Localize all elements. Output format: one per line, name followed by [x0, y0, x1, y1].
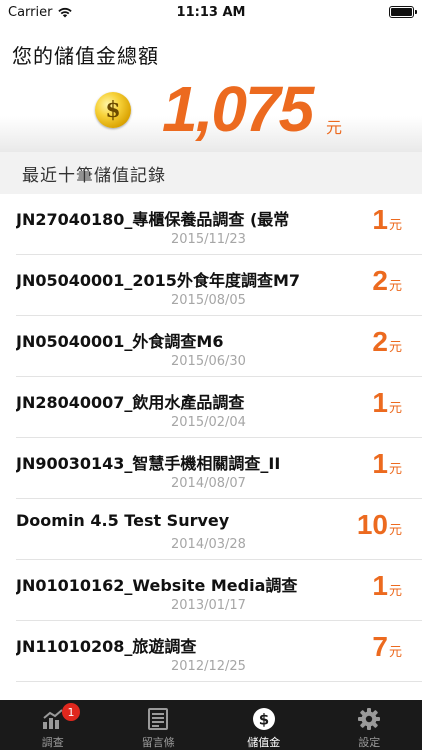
record-date: 2015/06/30	[171, 354, 246, 369]
record-title: Doomin 4.5 Test Survey	[16, 511, 230, 530]
tab-bar: 1 調查 留言條 $ 儲值金 設定	[0, 700, 422, 750]
coin-icon: $	[95, 92, 131, 128]
record-title: JN05040001_2015外食年度調查M7	[16, 271, 300, 290]
tab-stored-value[interactable]: $ 儲值金	[211, 700, 317, 750]
gear-icon	[358, 708, 381, 730]
record-list[interactable]: JN27040180_專櫃保養品調查 (最常 2015/11/23 1元 JN0…	[0, 194, 422, 700]
wifi-icon	[58, 7, 73, 18]
record-date: 2012/12/25	[171, 659, 246, 674]
record-row[interactable]: JN11010208_旅遊調查 2012/12/25 7元	[16, 621, 422, 682]
record-title: JN01010162_Website Media調查	[16, 576, 298, 595]
tab-settings[interactable]: 設定	[317, 700, 422, 750]
record-amount-value: 1	[372, 448, 388, 479]
record-amount: 1元	[372, 387, 402, 419]
note-icon	[148, 708, 169, 730]
record-amount-unit: 元	[388, 340, 402, 355]
record-amount-unit: 元	[388, 645, 402, 660]
record-date: 2015/02/04	[171, 415, 246, 430]
balance-unit: 元	[326, 118, 343, 137]
record-title: JN11010208_旅遊調查	[16, 637, 197, 656]
record-amount-value: 10	[356, 509, 388, 540]
record-amount: 1元	[372, 204, 402, 236]
record-date: 2013/01/17	[171, 598, 246, 613]
record-row[interactable]: Doomin 4.5 Test Survey 2014/03/28 10 元	[16, 499, 422, 560]
balance-title: 您的儲值金總額	[12, 44, 159, 68]
carrier-label: Carrier	[8, 4, 53, 20]
record-amount: 1元	[372, 570, 402, 602]
record-row[interactable]: JN90030143_智慧手機相關調查_II 2014/08/07 1元	[16, 438, 422, 499]
record-title: JN28040007_飲用水產品調查	[16, 393, 245, 412]
record-row[interactable]: JN27040180_專櫃保養品調查 (最常 2015/11/23 1元	[16, 194, 422, 255]
record-amount-value: 2	[372, 326, 388, 357]
records-section-header: 最近十筆儲值記錄	[0, 152, 422, 194]
status-time: 11:13 AM	[176, 4, 246, 20]
status-left: Carrier	[8, 5, 73, 20]
record-amount-value: 1	[372, 387, 388, 418]
record-amount-value: 7	[372, 631, 388, 662]
battery-icon	[389, 6, 417, 18]
record-title: JN05040001_外食調查M6	[16, 332, 224, 351]
record-row[interactable]: JN01010162_Website Media調查 2013/01/17 1元	[16, 560, 422, 621]
tab-label: 調查	[41, 736, 64, 749]
record-amount-unit: 元	[388, 584, 402, 599]
record-amount-value: 2	[372, 265, 388, 296]
dollar-icon: $	[252, 708, 275, 730]
record-amount-unit: 元	[388, 462, 402, 477]
record-amount: 1元	[372, 448, 402, 480]
record-date: 2014/03/28	[171, 537, 246, 552]
tab-label: 設定	[358, 736, 381, 749]
record-amount: 10 元	[357, 509, 402, 541]
record-amount-unit: 元	[388, 279, 402, 294]
record-date: 2014/08/07	[171, 476, 246, 491]
record-row[interactable]: JN05040001_2015外食年度調查M7 2015/08/05 2元	[16, 255, 422, 316]
record-amount: 7元	[372, 631, 402, 663]
balance-header: 您的儲值金總額 $ 1,075 元	[0, 24, 422, 152]
record-title: JN27040180_專櫃保養品調查 (最常	[16, 210, 290, 229]
record-amount: 2元	[372, 265, 402, 297]
record-amount-value: 1	[372, 204, 388, 235]
status-bar: Carrier 11:13 AM	[0, 0, 422, 24]
tab-messages[interactable]: 留言條	[106, 700, 212, 750]
svg-text:$: $	[259, 711, 269, 729]
record-amount-unit: 元	[388, 401, 402, 416]
record-date: 2015/11/23	[171, 232, 246, 247]
tab-label: 儲值金	[247, 736, 281, 749]
record-date: 2015/08/05	[171, 293, 246, 308]
record-amount: 2元	[372, 326, 402, 358]
record-amount-unit: 元	[388, 523, 402, 538]
balance-amount: 1,075	[162, 73, 314, 145]
record-amount-value: 1	[372, 570, 388, 601]
record-row[interactable]: JN05040001_外食調查M6 2015/06/30 2元	[16, 316, 422, 377]
notification-badge: 1	[62, 703, 80, 721]
tab-survey[interactable]: 1 調查	[0, 700, 106, 750]
tab-label: 留言條	[141, 736, 175, 749]
record-row[interactable]: JN28040007_飲用水產品調查 2015/02/04 1元	[16, 377, 422, 438]
record-amount-unit: 元	[388, 218, 402, 233]
record-title: JN90030143_智慧手機相關調查_II	[16, 454, 281, 473]
